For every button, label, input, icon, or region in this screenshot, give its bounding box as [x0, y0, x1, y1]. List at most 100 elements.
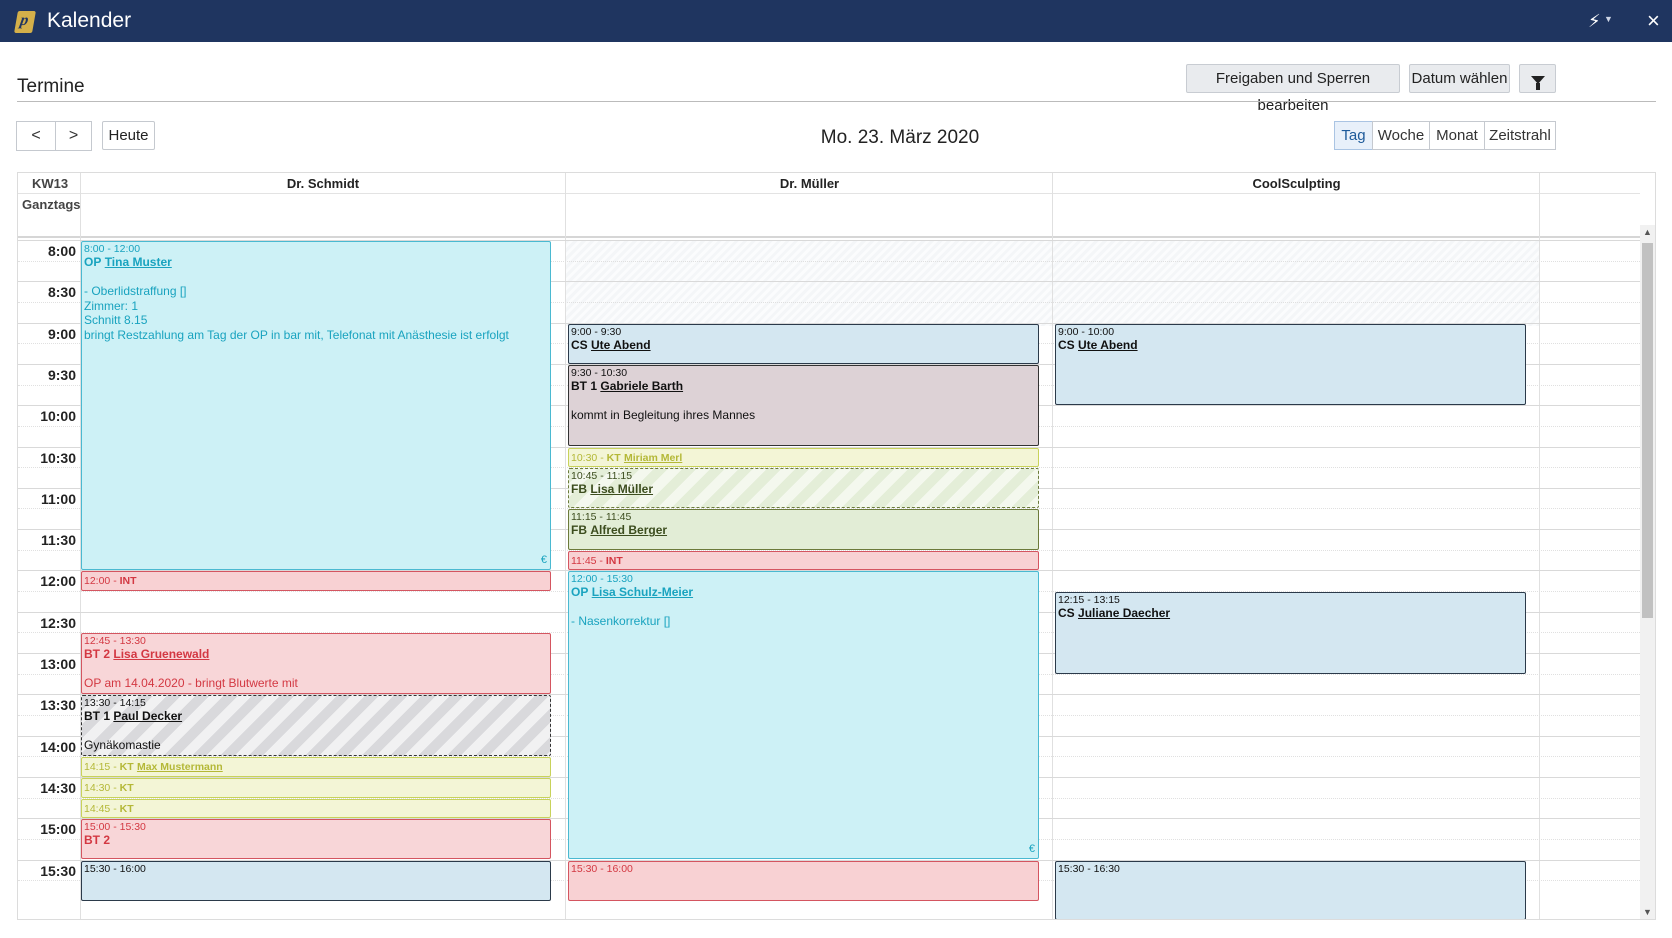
scrollbar[interactable]: ▲ ▼: [1640, 225, 1655, 919]
prev-day-button[interactable]: <: [16, 121, 56, 151]
appointment-note: Gynäkomastie: [84, 738, 161, 753]
patient-link[interactable]: Juliane Daecher: [1078, 606, 1170, 620]
divider: [17, 101, 1656, 102]
appointment-note: OP am 14.04.2020 - bringt Blutwerte mit: [84, 676, 298, 691]
appointment-cs[interactable]: 15:30 - 16:00: [81, 860, 551, 901]
appointment-cs[interactable]: 15:30 - 16:30: [1055, 860, 1526, 919]
appointment-type: CS: [571, 337, 588, 352]
appointment-note: - Oberlidstraffung []: [84, 284, 187, 298]
patient-link[interactable]: Miriam Merl: [624, 452, 682, 464]
appointment-note: kommt in Begleitung ihres Mannes: [571, 407, 756, 422]
patient-link[interactable]: Lisa Müller: [590, 482, 653, 496]
appointment-int[interactable]: 12:00 - INT: [81, 571, 551, 592]
appointment-note: [571, 600, 1036, 615]
appointment-kt[interactable]: 10:30 - KT Miriam Merl: [568, 447, 1039, 468]
payment-euro-icon: €: [540, 553, 547, 566]
allday-label: Ganztags: [22, 197, 81, 212]
patient-link[interactable]: Alfred Berger: [590, 523, 667, 537]
appointment-note: bringt Restzahlung am Tag der OP in bar …: [84, 327, 509, 342]
time-label: 14:30: [40, 779, 76, 796]
payment-euro-icon: €: [1028, 842, 1035, 855]
edit-releases-button[interactable]: Freigaben und Sperren bearbeiten: [1186, 64, 1400, 114]
choose-date-button[interactable]: Datum wählen: [1409, 64, 1510, 93]
time-label: 14:00: [40, 738, 76, 755]
appointment-cs[interactable]: 9:00 - 10:00 CS Ute Abend: [1055, 323, 1526, 406]
appointment-type: BT 2: [84, 647, 111, 662]
view-month-tab[interactable]: Monat: [1429, 121, 1485, 150]
appointment-type: FB: [571, 523, 587, 538]
time-label: 15:00: [40, 821, 76, 838]
appointment-type: BT 2: [84, 833, 111, 848]
patient-link[interactable]: Lisa Schulz-Meier: [592, 585, 693, 599]
appointment-kt[interactable]: 14:45 - KT: [81, 798, 551, 819]
chevron-down-icon[interactable]: ▼: [1604, 14, 1613, 24]
appointment-time: 11:45 -: [571, 554, 606, 567]
time-label: 10:30: [40, 449, 76, 466]
appointment-bt2[interactable]: 15:00 - 15:30 BT 2: [81, 819, 551, 860]
appointment-time: 9:00 - 9:30: [571, 325, 622, 338]
filter-button[interactable]: [1519, 64, 1556, 93]
scrollbar-thumb[interactable]: [1642, 243, 1653, 618]
patient-link[interactable]: Ute Abend: [1078, 338, 1138, 352]
appointment-time: 15:30 - 16:00: [571, 862, 633, 875]
appointment-time: 10:45 - 11:15: [571, 470, 633, 483]
appointment-fb[interactable]: 11:15 - 11:45 FB Alfred Berger: [568, 509, 1039, 550]
appointment-note: [571, 393, 1036, 408]
appointment-time: 14:30 -: [84, 781, 120, 794]
appointment-type: INT: [119, 575, 137, 588]
filter-icon: [1530, 76, 1545, 90]
appointment-type: BT 1: [84, 709, 111, 724]
time-label: 12:30: [40, 614, 76, 631]
appointment-bt1s[interactable]: 13:30 - 14:15 BT 1 Paul Decker Gynäkomast…: [81, 695, 551, 757]
view-week-tab[interactable]: Woche: [1372, 121, 1430, 150]
close-icon[interactable]: ×: [1647, 8, 1660, 34]
patient-link[interactable]: Paul Decker: [113, 709, 182, 723]
appointment-kt[interactable]: 14:30 - KT: [81, 777, 551, 798]
appointment-note: Schnitt 8.15: [84, 313, 148, 327]
allday-row[interactable]: Ganztags: [18, 194, 1640, 238]
view-timeline-tab[interactable]: Zeitstrahl: [1484, 121, 1556, 150]
appointment-kt[interactable]: 14:15 - KT Max Mustermann: [81, 757, 551, 777]
appointment-time: 13:30 - 14:15: [84, 697, 146, 710]
time-label: 15:30: [40, 862, 76, 879]
time-label: 9:00: [47, 325, 76, 342]
appointment-int[interactable]: 15:30 - 16:00: [568, 860, 1039, 901]
appointment-int[interactable]: 11:45 - INT: [568, 550, 1039, 571]
appointment-cs[interactable]: 9:00 - 9:30 CS Ute Abend: [568, 323, 1039, 364]
appointment-fbs[interactable]: 10:45 - 11:15 FB Lisa Müller: [568, 468, 1039, 509]
patient-link[interactable]: Tina Muster: [105, 255, 172, 269]
appointment-bt2[interactable]: 12:45 - 13:30 BT 2 Lisa Gruenewald OP am …: [81, 633, 551, 695]
appointment-time: 9:00 - 10:00: [1058, 325, 1115, 338]
scroll-up-icon[interactable]: ▲: [1640, 227, 1655, 237]
appointment-note: - Nasenkorrektur []: [571, 614, 671, 629]
appointment-time: 15:30 - 16:30: [1058, 862, 1120, 875]
view-day-tab[interactable]: Tag: [1334, 121, 1373, 150]
today-button[interactable]: Heute: [102, 121, 155, 150]
appointment-time: 12:45 - 13:30: [84, 635, 146, 648]
bolt-icon[interactable]: ⚡: [1588, 11, 1601, 32]
appointment-type: KT: [119, 802, 134, 815]
time-grid[interactable]: 8:00 8:30 9:00 9:30 10:00 10:30 11:00 11:30 12:0…: [18, 240, 1640, 919]
page-title: Termine: [17, 76, 85, 97]
patient-link[interactable]: Gabriele Barth: [600, 379, 683, 393]
scroll-down-icon[interactable]: ▼: [1640, 907, 1655, 917]
time-label: 10:00: [40, 408, 76, 425]
time-label: 12:00: [40, 573, 76, 590]
patient-link[interactable]: Max Mustermann: [137, 761, 223, 773]
appointment-cs[interactable]: 12:15 - 13:15 CS Juliane Daecher: [1055, 592, 1526, 674]
appointment-type: KT: [119, 761, 134, 774]
calendar-grid: KW13 Dr. Schmidt Dr. Müller CoolSculptin…: [17, 172, 1656, 920]
next-day-button[interactable]: >: [55, 121, 92, 151]
column-header-row: KW13 Dr. Schmidt Dr. Müller CoolSculptin…: [18, 173, 1640, 194]
appointment-bt1[interactable]: 9:30 - 10:30 BT 1 Gabriele Barth kommt in…: [568, 364, 1039, 447]
patient-link[interactable]: Lisa Gruenewald: [113, 647, 209, 661]
app-logo-icon: p: [14, 11, 36, 33]
patient-link[interactable]: Ute Abend: [591, 338, 651, 352]
app-title: Kalender: [47, 9, 132, 32]
appointment-op[interactable]: 8:00 - 12:00 OP Tina Muster - Oberlidstra…: [81, 241, 551, 571]
appointment-type: CS: [1058, 606, 1075, 621]
appointment-op[interactable]: 12:00 - 15:30 OP Lisa Schulz-Meier - Nase…: [568, 571, 1039, 860]
appointment-time: 15:30 - 16:00: [84, 862, 146, 875]
appointment-note: [84, 724, 548, 739]
appointment-type: INT: [605, 554, 623, 567]
